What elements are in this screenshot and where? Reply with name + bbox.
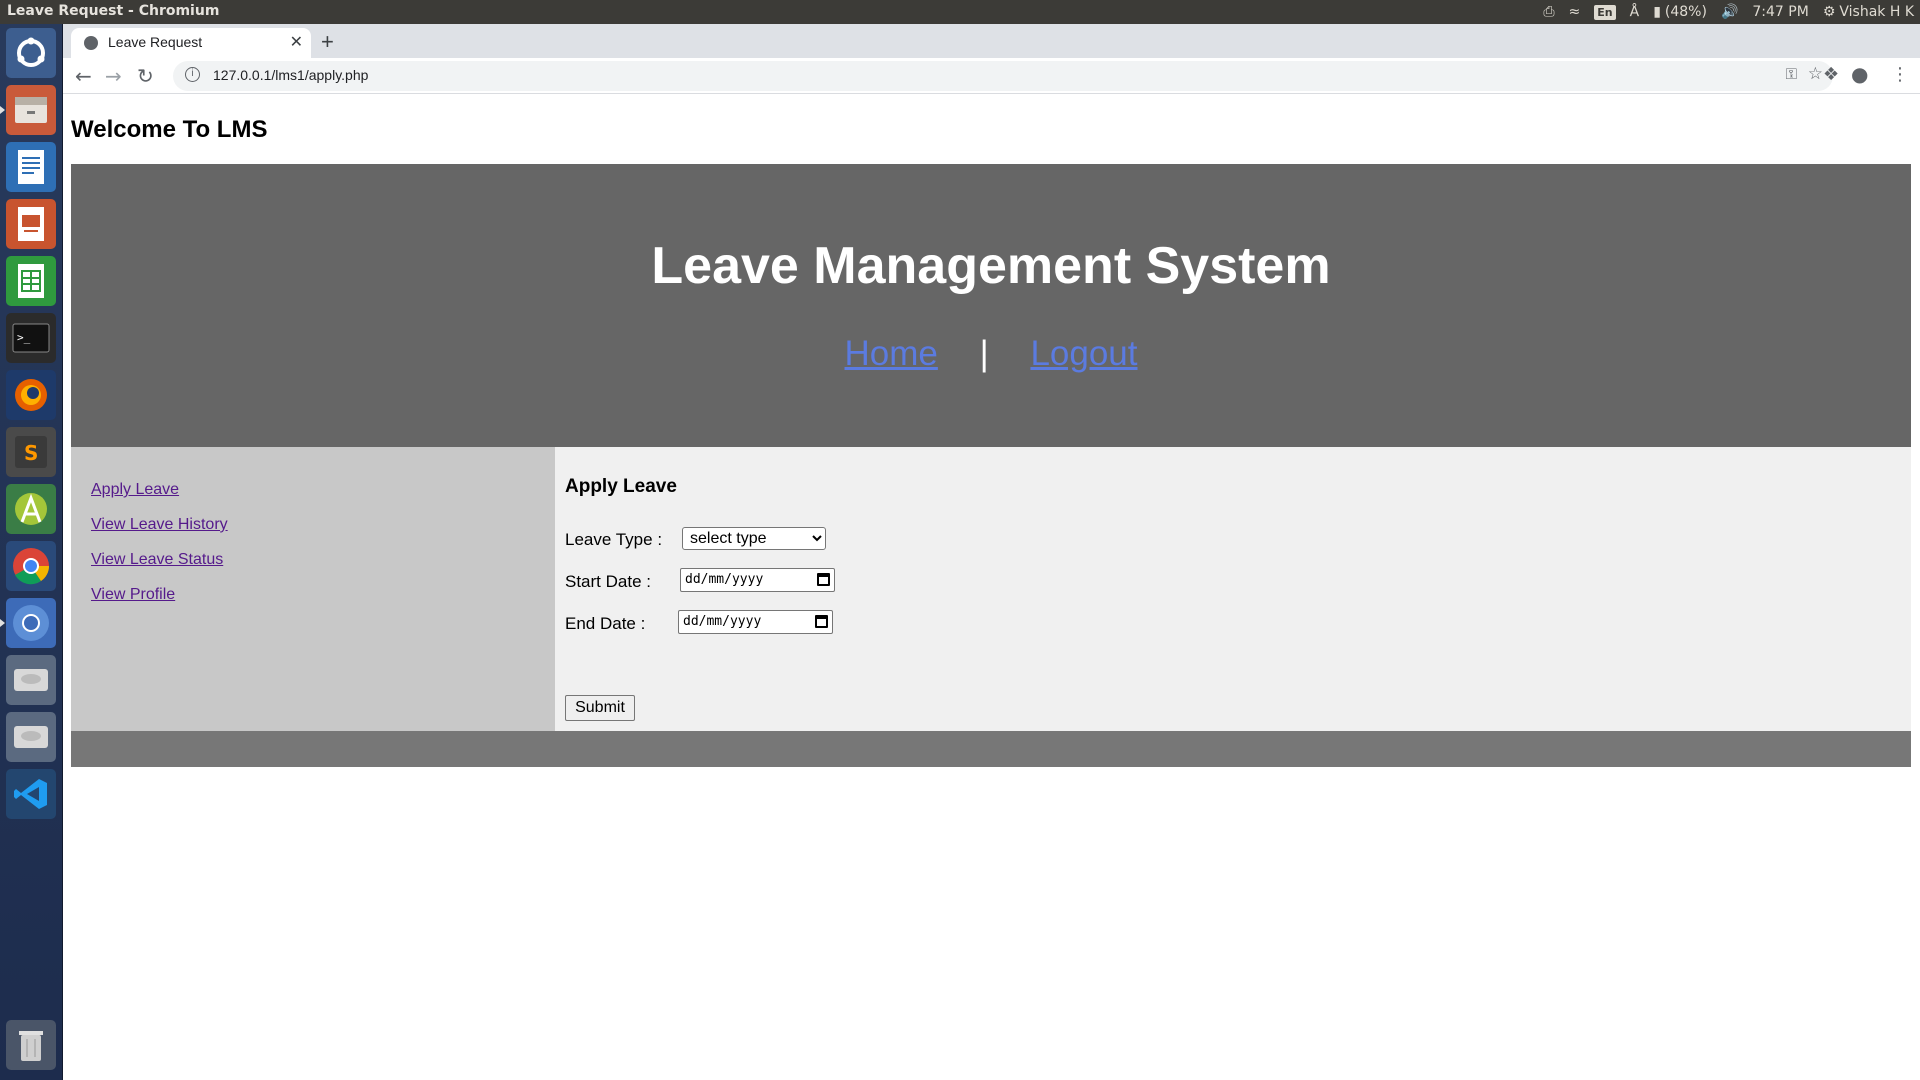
sublime-text-icon[interactable]: S [6, 427, 56, 477]
trash-icon[interactable] [6, 1020, 56, 1070]
tab-strip: Leave Request ✕ + [63, 24, 1920, 58]
impress-icon[interactable] [6, 199, 56, 249]
calendar-icon[interactable] [817, 573, 830, 586]
session-menu[interactable]: ⚙ Vishak H K [1823, 4, 1914, 20]
start-date-label: Start Date : [565, 572, 651, 591]
logout-link[interactable]: Logout [1030, 334, 1137, 373]
start-date-row: Start Date : dd/mm/yyyy [565, 568, 835, 592]
leave-type-row: Leave Type : select type [565, 527, 826, 550]
view-profile-link[interactable]: View Profile [91, 586, 175, 603]
leave-type-select[interactable]: select type [682, 527, 826, 550]
header-nav: Home | Logout [71, 334, 1911, 374]
globe-icon [84, 36, 98, 50]
submit-button[interactable]: Submit [565, 695, 635, 721]
page-title: Leave Management System [651, 237, 1331, 295]
battery-percent: (48%) [1664, 4, 1707, 20]
terminal-icon[interactable]: >_ [6, 313, 56, 363]
bookmark-star-icon[interactable]: ☆ [1808, 64, 1823, 84]
svg-text:>_: >_ [17, 331, 31, 344]
main-content: Apply Leave Leave Type : select type Sta… [555, 447, 1911, 731]
sidebar-item-view-status: View Leave Status [91, 551, 228, 569]
end-date-input[interactable]: dd/mm/yyyy [678, 610, 833, 634]
sidebar-item-view-history: View Leave History [91, 516, 228, 534]
key-icon[interactable]: ⚿ [1786, 65, 1797, 83]
home-link[interactable]: Home [845, 334, 938, 373]
battery-indicator[interactable]: ▮ (48%) [1653, 4, 1707, 20]
site-footer [71, 731, 1911, 767]
forward-arrow-icon[interactable]: → [105, 64, 122, 88]
calendar-icon[interactable] [815, 615, 828, 628]
form-heading: Apply Leave [565, 476, 677, 497]
url-text[interactable]: 127.0.0.1/lms1/apply.php [213, 67, 368, 83]
back-arrow-icon[interactable]: ← [75, 64, 92, 88]
info-icon[interactable]: i [185, 67, 200, 82]
reload-icon[interactable]: ↻ [137, 64, 154, 88]
sidebar-menu: Apply Leave View Leave History View Leav… [91, 481, 228, 621]
battery-icon: ▮ [1653, 4, 1661, 20]
user-name: Vishak H K [1839, 4, 1914, 20]
apply-leave-link[interactable]: Apply Leave [91, 481, 179, 498]
start-date-input[interactable]: dd/mm/yyyy [680, 568, 835, 592]
disk-drive-icon[interactable] [6, 655, 56, 705]
bluetooth-icon[interactable]: Å [1630, 4, 1640, 20]
welcome-heading: Welcome To LMS [71, 116, 268, 143]
menu-dots-icon[interactable]: ⋮ [1891, 64, 1909, 85]
svg-text:S: S [24, 441, 38, 465]
clock[interactable]: 7:47 PM [1752, 4, 1808, 20]
leave-type-label: Leave Type : [565, 530, 663, 549]
web-page: Welcome To LMS Leave Management System H… [63, 94, 1920, 1080]
nav-separator: | [979, 334, 989, 373]
top-panel: Leave Request - Chromium ⎙ ≈ En Å ▮ (48%… [0, 0, 1920, 24]
end-date-label: End Date : [565, 614, 646, 633]
site-header: Leave Management System Home | Logout [71, 164, 1911, 447]
launcher: >_ S [0, 24, 63, 1080]
end-date-placeholder: dd/mm/yyyy [683, 614, 762, 629]
tab-title: Leave Request [108, 34, 203, 50]
address-bar[interactable]: i 127.0.0.1/lms1/apply.php ⚿ ☆ [173, 61, 1833, 91]
printer-icon[interactable]: ⎙ [1543, 4, 1554, 20]
browser-toolbar: ← → ↻ i 127.0.0.1/lms1/apply.php ⚿ ☆ ❖ ●… [63, 58, 1920, 94]
running-indicator [0, 106, 5, 114]
end-date-row: End Date : dd/mm/yyyy [565, 610, 833, 634]
sidebar: Apply Leave View Leave History View Leav… [71, 447, 555, 731]
sidebar-item-apply-leave: Apply Leave [91, 481, 228, 499]
extensions-puzzle-icon[interactable]: ❖ [1823, 64, 1839, 85]
chrome-icon[interactable] [6, 541, 56, 591]
chromium-icon[interactable] [0, 598, 56, 648]
window-title: Leave Request - Chromium [7, 3, 220, 19]
keyboard-layout-indicator[interactable]: En [1594, 4, 1616, 20]
start-date-placeholder: dd/mm/yyyy [685, 572, 764, 587]
gear-icon: ⚙ [1822, 4, 1836, 20]
profile-avatar-icon[interactable]: ● [1851, 62, 1868, 86]
close-tab-icon[interactable]: ✕ [290, 32, 303, 51]
sidebar-item-view-profile: View Profile [91, 586, 228, 604]
vscode-icon[interactable] [6, 769, 56, 819]
wifi-icon[interactable]: ≈ [1569, 4, 1581, 20]
view-leave-status-link[interactable]: View Leave Status [91, 551, 223, 568]
volume-icon[interactable]: 🔊 [1721, 4, 1738, 20]
android-studio-icon[interactable] [6, 484, 56, 534]
dash-home-icon[interactable] [6, 28, 56, 78]
tab-leave-request[interactable]: Leave Request ✕ [71, 28, 311, 58]
files-icon[interactable] [0, 85, 56, 135]
running-indicator [0, 619, 5, 627]
new-tab-button[interactable]: + [321, 29, 334, 55]
view-leave-history-link[interactable]: View Leave History [91, 516, 228, 533]
writer-icon[interactable] [6, 142, 56, 192]
calc-icon[interactable] [6, 256, 56, 306]
indicator-area: ⎙ ≈ En Å ▮ (48%) 🔊 7:47 PM ⚙ Vishak H K [1543, 0, 1914, 24]
firefox-icon[interactable] [6, 370, 56, 420]
disk-drive-icon[interactable] [6, 712, 56, 762]
